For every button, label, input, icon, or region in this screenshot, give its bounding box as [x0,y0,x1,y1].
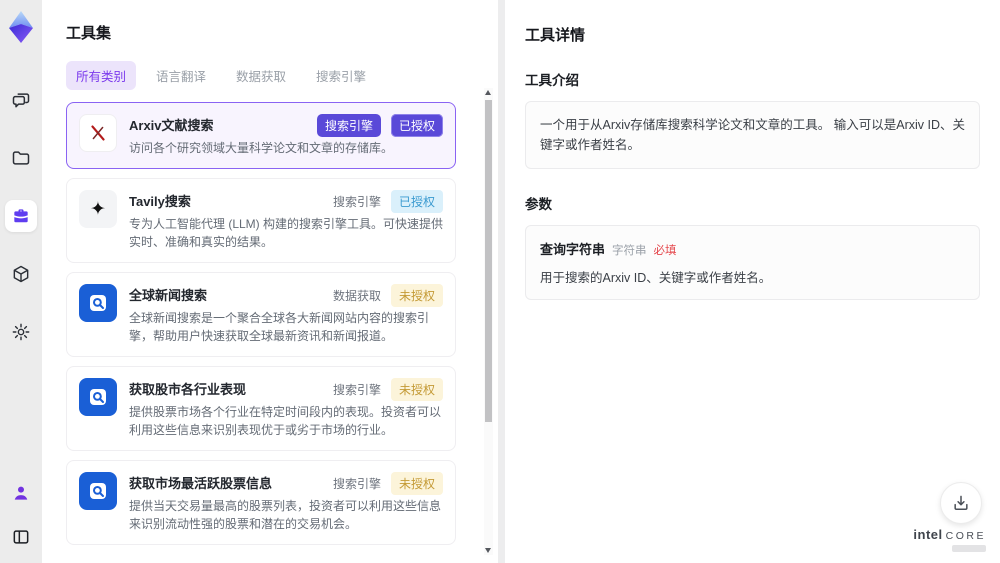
param-description: 用于搜索的Arxiv ID、关键字或作者姓名。 [540,271,772,285]
tool-list-panel: 工具集 所有类别 语言翻译 数据获取 搜索引擎 Arxiv文献搜索 访问各个研究… [42,0,498,563]
app-logo-icon[interactable] [6,8,36,46]
auth-status-badge: 未授权 [390,378,443,401]
auth-status-badge: 未授权 [390,472,443,495]
tab-data-fetch[interactable]: 数据获取 [226,61,296,90]
stock-tool-logo-icon [79,472,117,510]
chat-icon[interactable] [5,84,37,116]
list-scrollbar[interactable] [484,88,493,555]
parameter-card: 查询字符串 字符串 必填 用于搜索的Arxiv ID、关键字或作者姓名。 [525,225,980,300]
cube-icon[interactable] [5,258,37,290]
intel-core-logo: intel CORE [913,527,986,552]
tab-search-engine[interactable]: 搜索引擎 [306,61,376,90]
category-badge: 搜索引擎 [316,114,381,137]
scrollbar-thumb[interactable] [485,100,492,422]
scroll-up-arrow-icon[interactable] [485,90,491,95]
auth-status-badge: 已授权 [390,190,443,213]
toolbox-icon[interactable] [5,200,37,232]
news-search-logo-icon [79,284,117,322]
category-label: 搜索引擎 [332,195,381,209]
param-name: 查询字符串 [540,242,606,257]
tool-card-list: Arxiv文献搜索 访问各个研究领域大量科学论文和文章的存储库。 搜索引擎 已授… [66,102,474,554]
tool-card-arxiv[interactable]: Arxiv文献搜索 访问各个研究领域大量科学论文和文章的存储库。 搜索引擎 已授… [66,102,456,169]
user-avatar-icon[interactable] [5,477,37,509]
category-label: 搜索引擎 [332,383,381,397]
tool-card-tavily[interactable]: ✦ Tavily搜索 专为人工智能代理 (LLM) 构建的搜索引擎工具。可快速提… [66,178,456,263]
tool-description: 全球新闻搜索是一个聚合全球各大新闻网站内容的搜索引擎，帮助用户快速获取全球最新资… [129,311,430,343]
settings-gear-icon[interactable] [5,316,37,348]
stock-tool-logo-icon [79,378,117,416]
tool-description: 专为人工智能代理 (LLM) 构建的搜索引擎工具。可快速提供实时、准确和真实的结… [129,217,444,249]
download-button[interactable] [940,482,982,524]
detail-title: 工具详情 [525,27,586,44]
tool-description: 提供股票市场各个行业在特定时间段内的表现。投资者可以利用这些信息来识别表现优于或… [129,405,442,437]
tool-card-sector-performance[interactable]: 获取股市各行业表现 提供股票市场各个行业在特定时间段内的表现。投资者可以利用这些… [66,366,456,451]
page-title: 工具集 [66,25,112,42]
auth-status-badge: 未授权 [390,284,443,307]
category-tabs: 所有类别 语言翻译 数据获取 搜索引擎 [66,61,474,90]
tab-translation[interactable]: 语言翻译 [146,61,216,90]
intro-heading: 工具介绍 [525,73,579,88]
param-required-badge: 必填 [653,245,677,257]
tab-all-categories[interactable]: 所有类别 [66,61,137,90]
arxiv-logo-icon [79,114,117,152]
scroll-down-arrow-icon[interactable] [485,548,491,553]
category-label: 搜索引擎 [332,477,381,491]
params-heading: 参数 [525,197,552,212]
folder-icon[interactable] [5,142,37,174]
app-window: 工具集 所有类别 语言翻译 数据获取 搜索引擎 Arxiv文献搜索 访问各个研究… [0,0,1000,563]
nav-rail [0,0,42,563]
auth-status-badge: 已授权 [390,114,443,137]
sidebar-toggle-icon[interactable] [5,521,37,553]
tool-detail-panel: 工具详情 工具介绍 一个用于从Arxiv存储库搜索科学论文和文章的工具。 输入可… [505,0,1000,563]
tavily-logo-icon: ✦ [79,190,117,228]
intro-text-box: 一个用于从Arxiv存储库搜索科学论文和文章的工具。 输入可以是Arxiv ID… [525,101,980,169]
intel-wordmark: intel [913,527,943,542]
tool-description: 提供当天交易量最高的股票列表，投资者可以利用这些信息来识别流动性强的股票和潜在的… [129,499,442,531]
param-type: 字符串 [612,245,647,257]
category-label: 数据获取 [332,289,381,303]
tool-description: 访问各个研究领域大量科学论文和文章的存储库。 [129,141,394,155]
tool-card-global-news[interactable]: 全球新闻搜索 全球新闻搜索是一个聚合全球各大新闻网站内容的搜索引擎，帮助用户快速… [66,272,456,357]
intel-ultra-watermark [952,545,986,552]
core-wordmark: CORE [945,530,986,542]
tool-card-most-active-stocks[interactable]: 获取市场最活跃股票信息 提供当天交易量最高的股票列表，投资者可以利用这些信息来识… [66,460,456,545]
